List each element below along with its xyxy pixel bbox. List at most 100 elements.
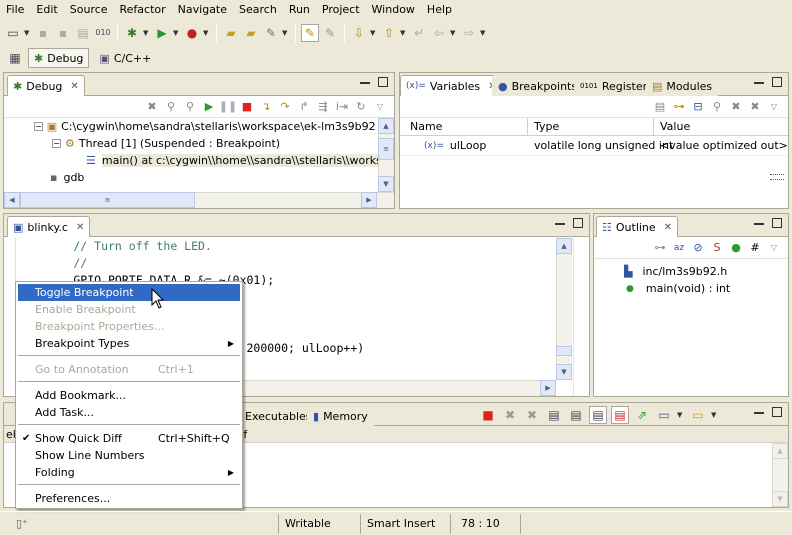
perspective-cpp[interactable]: ▣ C/C++ bbox=[93, 48, 157, 68]
step-return-icon[interactable]: ↱ bbox=[296, 99, 312, 115]
save-all-icon[interactable]: ▪ bbox=[54, 24, 72, 42]
menu-navigate[interactable]: Navigate bbox=[172, 0, 233, 19]
tree-row-thread[interactable]: − ⚙ Thread [1] (Suspended : Breakpoint) bbox=[4, 135, 394, 152]
terminate-icon[interactable]: ■ bbox=[239, 99, 255, 115]
scroll-up-icon[interactable]: ▲ bbox=[772, 443, 788, 459]
print-icon[interactable]: ▤ bbox=[74, 24, 92, 42]
tree-row-launch[interactable]: − ▣ C:\cygwin\home\sandra\stellaris\work… bbox=[4, 118, 394, 135]
menu-breakpoint-types[interactable]: Breakpoint Types ▶ bbox=[18, 335, 240, 352]
close-icon[interactable]: ✕ bbox=[664, 222, 672, 233]
sort-icon[interactable]: az bbox=[671, 240, 687, 256]
remove-all-globals-icon[interactable]: ✖ bbox=[747, 99, 763, 115]
tab-variables[interactable]: (x)= Variables ✕ bbox=[400, 75, 503, 96]
scroll-left-icon[interactable]: ◀ bbox=[4, 192, 20, 208]
wand-icon[interactable]: ✎ bbox=[262, 24, 280, 42]
open-folder-icon[interactable]: ▰ bbox=[242, 24, 260, 42]
highlight-icon[interactable]: ✎ bbox=[301, 23, 319, 42]
tab-modules[interactable]: ▤ Modules bbox=[646, 75, 719, 96]
minimize-icon[interactable] bbox=[754, 81, 764, 84]
step-over-icon[interactable]: ↷ bbox=[277, 99, 293, 115]
show-on-stderr-icon[interactable]: ▤ bbox=[611, 406, 629, 424]
scroll-down-icon[interactable]: ▼ bbox=[772, 491, 788, 507]
prev-annotation-dropdown-icon[interactable]: ▼ bbox=[400, 29, 408, 37]
maximize-icon[interactable] bbox=[772, 218, 782, 228]
prev-annotation-icon[interactable]: ⇧ bbox=[380, 24, 398, 42]
menu-search[interactable]: Search bbox=[233, 0, 283, 19]
display-console-icon[interactable]: ▭ bbox=[655, 406, 673, 424]
remove-launch-icon[interactable]: ✖ bbox=[501, 406, 519, 424]
menu-go-to-annotation[interactable]: Go to Annotation Ctrl+1 bbox=[18, 361, 240, 378]
wand-dropdown-icon[interactable]: ▼ bbox=[282, 29, 290, 37]
terminate-icon[interactable]: ■ bbox=[479, 406, 497, 424]
remove-terminated-icon[interactable]: ✖ bbox=[144, 99, 160, 115]
tree-row-gdb[interactable]: ▪ gdb bbox=[4, 169, 394, 186]
tab-outline[interactable]: ☷ Outline ✕ bbox=[596, 216, 679, 237]
connect-icon[interactable]: ⚲ bbox=[163, 99, 179, 115]
menu-toggle-breakpoint[interactable]: Toggle Breakpoint bbox=[18, 284, 240, 301]
close-icon[interactable]: ✕ bbox=[76, 222, 84, 233]
annotation-icon[interactable]: ✎ bbox=[321, 24, 339, 42]
minimize-icon[interactable] bbox=[360, 81, 370, 84]
sync-icon[interactable]: ⊶ bbox=[652, 240, 668, 256]
binary-icon[interactable]: 010 bbox=[94, 24, 112, 42]
menu-enable-breakpoint[interactable]: Enable Breakpoint bbox=[18, 301, 240, 318]
debug-hscroll[interactable]: ◀ ≡ ▶ bbox=[4, 192, 394, 208]
external-tools-icon[interactable]: ● bbox=[183, 24, 201, 42]
hide-fields-icon[interactable]: ⊘ bbox=[690, 240, 706, 256]
debug-dropdown-icon[interactable]: ▼ bbox=[143, 29, 151, 37]
save-icon[interactable]: ▪ bbox=[34, 24, 52, 42]
remove-global-icon[interactable]: ✖ bbox=[728, 99, 744, 115]
outline-item[interactable]: ● main(void) : int bbox=[594, 280, 788, 297]
open-console-dropdown-icon[interactable]: ▼ bbox=[711, 411, 719, 419]
maximize-icon[interactable] bbox=[378, 77, 388, 87]
scroll-right-icon[interactable]: ▶ bbox=[540, 380, 556, 396]
hide-nonpublic-icon[interactable]: ● bbox=[728, 240, 744, 256]
menu-add-task[interactable]: Add Task... bbox=[18, 404, 240, 421]
scroll-lock-icon[interactable]: ▤ bbox=[567, 406, 585, 424]
suspend-icon[interactable]: ❚❚ bbox=[219, 99, 237, 115]
scroll-up-icon[interactable]: ▲ bbox=[556, 238, 572, 254]
menu-edit[interactable]: Edit bbox=[30, 0, 63, 19]
scroll-thumb[interactable]: ≡ bbox=[378, 138, 394, 160]
view-menu-icon[interactable]: ▽ bbox=[766, 99, 782, 115]
display-console-dropdown-icon[interactable]: ▼ bbox=[677, 411, 685, 419]
menu-source[interactable]: Source bbox=[64, 0, 114, 19]
collapse-icon[interactable]: − bbox=[34, 122, 43, 131]
forward-icon[interactable]: ⇨ bbox=[460, 24, 478, 42]
menu-file[interactable]: File bbox=[0, 0, 30, 19]
view-menu-icon[interactable]: ▽ bbox=[766, 240, 782, 256]
use-step-filters-icon[interactable]: ↻ bbox=[353, 99, 369, 115]
drop-to-frame-icon[interactable]: ⇶ bbox=[315, 99, 331, 115]
minimize-icon[interactable] bbox=[754, 411, 764, 414]
last-edit-icon[interactable]: ↵ bbox=[410, 24, 428, 42]
outline-item[interactable]: ▙ inc/lm3s9b92.h bbox=[594, 263, 788, 280]
new-dropdown-icon[interactable]: ▼ bbox=[24, 29, 32, 37]
hide-static-icon[interactable]: S bbox=[709, 240, 725, 256]
menu-preferences[interactable]: Preferences... bbox=[18, 490, 240, 507]
menu-show-line-numbers[interactable]: Show Line Numbers bbox=[18, 447, 240, 464]
menu-show-quick-diff[interactable]: ✔ Show Quick Diff Ctrl+Shift+Q bbox=[18, 430, 240, 447]
open-console-icon[interactable]: ▭ bbox=[689, 406, 707, 424]
collapse-all-icon[interactable]: ⊟ bbox=[690, 99, 706, 115]
disconnect-icon[interactable]: ⚲ bbox=[182, 99, 198, 115]
fast-view-icon[interactable]: ▯⁺ bbox=[16, 517, 28, 530]
menu-run[interactable]: Run bbox=[283, 0, 316, 19]
remove-all-icon[interactable]: ✖ bbox=[523, 406, 541, 424]
add-global-icon[interactable]: ⚲ bbox=[709, 99, 725, 115]
step-into-icon[interactable]: ↴ bbox=[258, 99, 274, 115]
tab-memory[interactable]: ▮ Memory bbox=[307, 405, 374, 426]
scroll-right-icon[interactable]: ▶ bbox=[361, 192, 377, 208]
console-vscroll[interactable]: ▲ ▼ bbox=[772, 443, 788, 507]
minimize-icon[interactable] bbox=[555, 222, 565, 225]
details-splitter[interactable] bbox=[770, 174, 784, 180]
menu-help[interactable]: Help bbox=[421, 0, 458, 19]
menu-add-bookmark[interactable]: Add Bookmark... bbox=[18, 387, 240, 404]
show-logical-structure-icon[interactable]: ⊶ bbox=[671, 99, 687, 115]
hide-macros-icon[interactable]: # bbox=[747, 240, 763, 256]
scroll-down-icon[interactable]: ▼ bbox=[378, 176, 394, 192]
run-dropdown-icon[interactable]: ▼ bbox=[173, 29, 181, 37]
column-type[interactable]: Type bbox=[528, 118, 654, 135]
menu-project[interactable]: Project bbox=[316, 0, 366, 19]
overview-ruler[interactable] bbox=[573, 238, 589, 396]
pin-console-icon[interactable]: ⇗ bbox=[633, 406, 651, 424]
